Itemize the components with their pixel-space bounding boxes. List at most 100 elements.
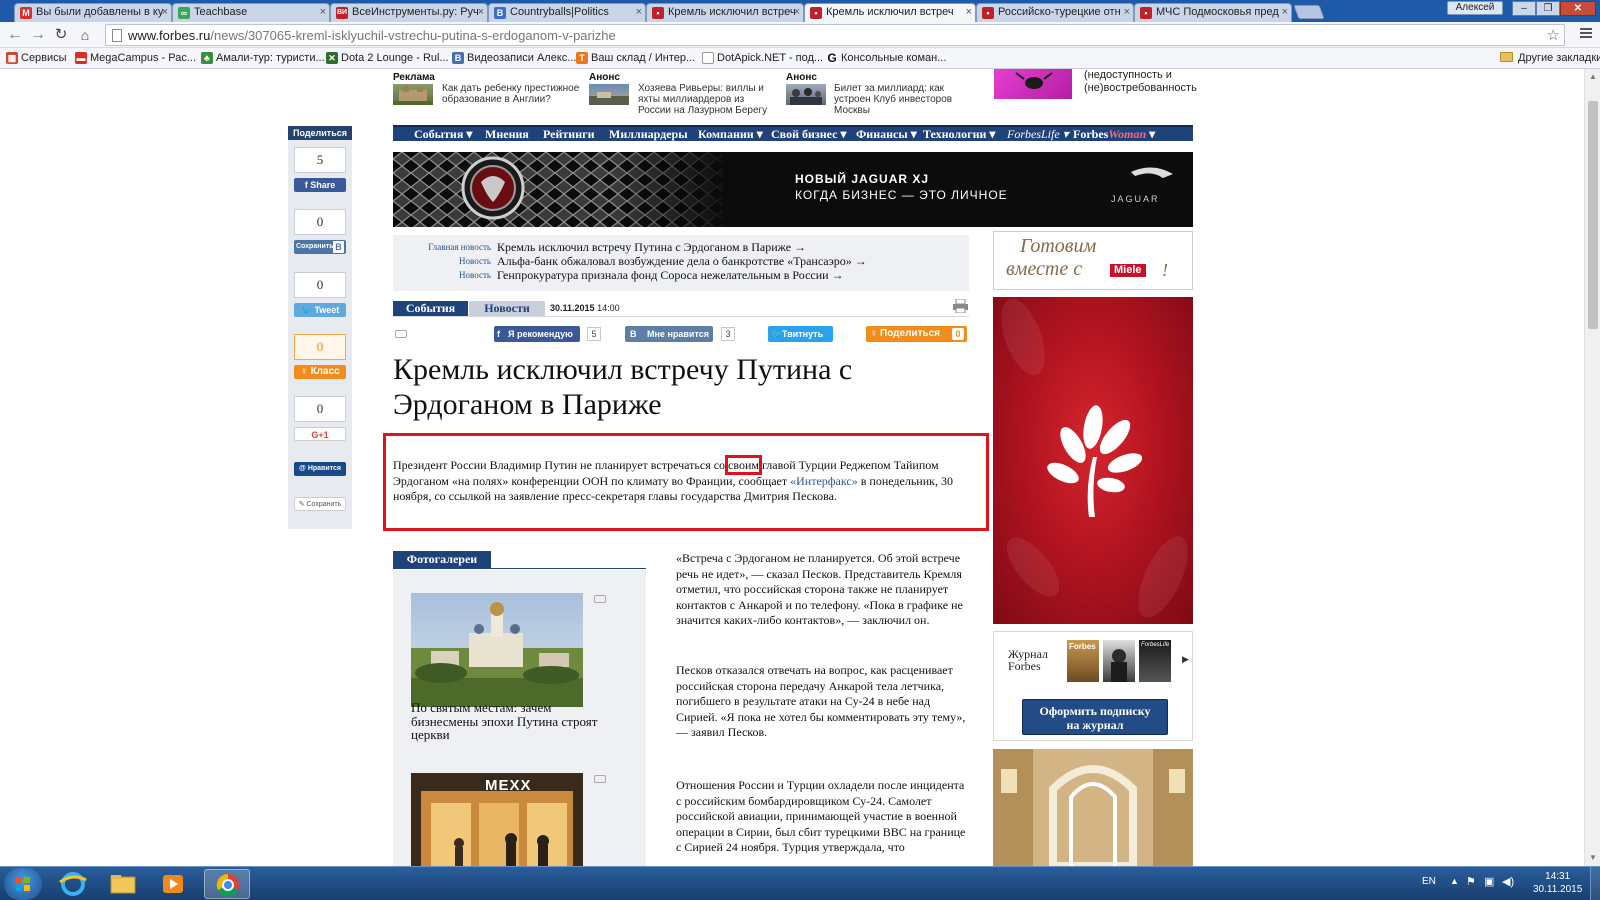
tab-news[interactable]: Новости	[469, 301, 545, 316]
browser-tab-3[interactable]: ВИ ВсеИнструменты.ру: Руч ×	[330, 3, 488, 22]
interfax-link[interactable]: «Интерфакс»	[790, 474, 858, 488]
address-bar[interactable]: www.forbes.ru/news/307065-kreml-isklyuch…	[105, 24, 1565, 46]
show-hidden-icons[interactable]: ▲	[1450, 876, 1459, 886]
scroll-down-arrow-icon[interactable]: ▼	[1589, 853, 1597, 862]
bottom-sidebar-ad[interactable]	[993, 749, 1193, 866]
clock[interactable]: 14:31 30.11.2015	[1533, 870, 1582, 896]
nav-companies[interactable]: Компании ▾	[698, 127, 763, 141]
bookmark-megacampus[interactable]: ▬ MegaCampus - Рас...	[75, 51, 196, 65]
chevron-right-icon[interactable]: ▶	[1182, 654, 1189, 665]
forward-icon[interactable]: →	[28, 25, 48, 45]
nav-tech[interactable]: Технологии ▾	[923, 127, 995, 141]
news-row-link[interactable]: Генпрокуратура признала фонд Сороса неже…	[497, 268, 844, 283]
close-tab-icon[interactable]: ×	[1282, 4, 1288, 21]
facebook-recommend-button[interactable]: f Я рекомендую	[494, 326, 580, 342]
taskbar-chrome[interactable]	[204, 869, 250, 899]
vk-like-button[interactable]: B Мне нравится	[625, 326, 713, 342]
nav-own-business[interactable]: Свой бизнес ▾	[771, 127, 846, 141]
bookmark-star-icon[interactable]: ☆	[1547, 26, 1560, 44]
red-banner-ad[interactable]	[993, 297, 1193, 624]
profile-button[interactable]: Алексей	[1447, 1, 1503, 15]
scroll-up-arrow-icon[interactable]: ▲	[1589, 72, 1597, 81]
promo-text-4[interactable]: (недоступность и (не)востребованность	[1084, 69, 1214, 95]
taskbar-explorer[interactable]	[100, 869, 146, 899]
browser-tab-4[interactable]: B Countryballs|Politics ×	[488, 3, 646, 22]
url-text[interactable]: www.forbes.ru/news/307065-kreml-isklyuch…	[128, 28, 616, 44]
news-row[interactable]: Главная новость Кремль исключил встречу …	[393, 240, 969, 254]
vk-save-button[interactable]: Сохранить В	[294, 240, 346, 254]
close-tab-icon[interactable]: ×	[636, 4, 642, 21]
promo-thumb-2[interactable]	[589, 84, 629, 105]
magazine-cover-3[interactable]: ForbesLife	[1139, 640, 1171, 682]
home-icon[interactable]: ⌂	[75, 25, 95, 45]
promo-thumb-4[interactable]	[994, 69, 1072, 99]
miele-ad[interactable]: Готовим вместе с Miele !	[993, 231, 1193, 290]
mail-like-button[interactable]: @ Нравится	[294, 462, 346, 476]
nav-forbeswoman[interactable]: ForbesWoman ▾	[1073, 127, 1155, 141]
share-article-button[interactable]: ♀ Поделиться 0	[866, 326, 967, 342]
facebook-share-button[interactable]: f Share	[294, 178, 346, 192]
jaguar-banner-ad[interactable]: НОВЫЙ JAGUAR XJ КОГДА БИЗНЕС — ЭТО ЛИЧНО…	[393, 152, 1193, 227]
browser-tab-6-active[interactable]: ▪ Кремль исключил встреч ×	[804, 3, 976, 22]
close-tab-icon[interactable]: ×	[320, 4, 326, 21]
save-bookmark-button[interactable]: ✎ Сохранить	[294, 497, 346, 511]
other-bookmarks[interactable]: Другие закладки	[1503, 51, 1600, 65]
close-window-button[interactable]: ✕	[1560, 1, 1596, 16]
gallery-photo-churches[interactable]	[411, 593, 583, 707]
action-center-flag-icon[interactable]: ⚑	[1466, 875, 1476, 888]
news-row-link[interactable]: Кремль исключил встречу Путина с Эрдоган…	[497, 240, 806, 255]
gallery-caption[interactable]: По святым местам: зачем бизнесмены эпохи…	[411, 701, 611, 742]
close-tab-icon[interactable]: ×	[794, 4, 800, 21]
show-desktop-button[interactable]	[1590, 867, 1600, 900]
bookmark-console[interactable]: G Консольные коман...	[826, 51, 946, 65]
maximize-button[interactable]: ❐	[1536, 1, 1560, 16]
close-tab-icon[interactable]: ×	[162, 4, 168, 21]
news-row[interactable]: Новость Генпрокуратура признала фонд Сор…	[393, 268, 969, 282]
bookmark-apps[interactable]: ▦ Сервисы	[6, 51, 67, 65]
scrollbar-thumb[interactable]	[1588, 101, 1598, 329]
nav-finance[interactable]: Финансы ▾	[856, 127, 917, 141]
tab-events[interactable]: События	[393, 301, 468, 316]
reload-icon[interactable]: ↻	[51, 25, 71, 45]
nav-opinions[interactable]: Мнения	[485, 127, 529, 141]
nav-events[interactable]: События ▾	[414, 127, 472, 141]
browser-tab-2[interactable]: ∞ Teachbase ×	[172, 3, 330, 22]
network-icon[interactable]: ▣	[1484, 875, 1494, 888]
taskbar-ie[interactable]	[50, 869, 96, 899]
promo-text-1[interactable]: Как дать ребенку престижное образование …	[442, 83, 580, 105]
start-button[interactable]	[4, 868, 42, 900]
promo-thumb-3[interactable]	[786, 84, 826, 105]
bookmark-amali[interactable]: ♣ Амали-тур: туристи...	[201, 51, 325, 65]
promo-thumb-1[interactable]	[393, 84, 433, 105]
bookmark-dotapick[interactable]: DotApick.NET - под...	[702, 51, 823, 65]
magazine-cover-2[interactable]	[1103, 640, 1135, 682]
close-tab-icon[interactable]: ×	[1124, 4, 1130, 21]
promo-text-2[interactable]: Хозяева Ривьеры: виллы и яхты миллиардер…	[638, 83, 770, 116]
nav-ratings[interactable]: Рейтинги	[543, 127, 595, 141]
promo-text-3[interactable]: Билет за миллиард: как устроен Клуб инве…	[834, 83, 966, 116]
nav-billionaires[interactable]: Миллиардеры	[609, 127, 688, 141]
news-row-link[interactable]: Альфа-банк обжаловал возбуждение дела о …	[497, 254, 867, 269]
page-scrollbar[interactable]: ▲ ▼	[1584, 69, 1600, 866]
tweet-button[interactable]: 🐦 Tweet	[294, 303, 346, 317]
chrome-menu-icon[interactable]	[1580, 28, 1592, 40]
subscribe-button[interactable]: Оформить подписку на журнал	[1022, 699, 1168, 735]
gallery-photo-mall[interactable]: МЕХХ	[411, 773, 583, 866]
volume-icon[interactable]: ◀)	[1502, 875, 1514, 888]
browser-tab-1[interactable]: M Вы были добавлены в ку ×	[14, 3, 172, 22]
language-indicator[interactable]: EN	[1422, 876, 1436, 887]
print-icon[interactable]	[953, 299, 968, 313]
close-tab-icon[interactable]: ×	[478, 4, 484, 21]
new-tab-button[interactable]	[1293, 5, 1325, 19]
browser-tab-8[interactable]: ▪ МЧС Подмосковья пред ×	[1134, 3, 1292, 22]
ok-klass-button[interactable]: ♀ Класс	[294, 365, 346, 379]
news-row[interactable]: Новость Альфа-банк обжаловал возбуждение…	[393, 254, 969, 268]
bookmark-vk-video[interactable]: B Видеозаписи Алекс...	[452, 51, 576, 65]
taskbar-media-player[interactable]	[150, 869, 196, 899]
magazine-cover-1[interactable]: Forbes	[1067, 640, 1099, 682]
minimize-button[interactable]: –	[1512, 1, 1536, 16]
back-icon[interactable]: ←	[5, 25, 25, 45]
nav-forbeslife[interactable]: ForbesLife ▾	[1007, 127, 1069, 141]
photo-galleries-title[interactable]: Фотогалереи	[393, 551, 491, 568]
bookmark-sklad[interactable]: T Ваш склад / Интер...	[576, 51, 695, 65]
